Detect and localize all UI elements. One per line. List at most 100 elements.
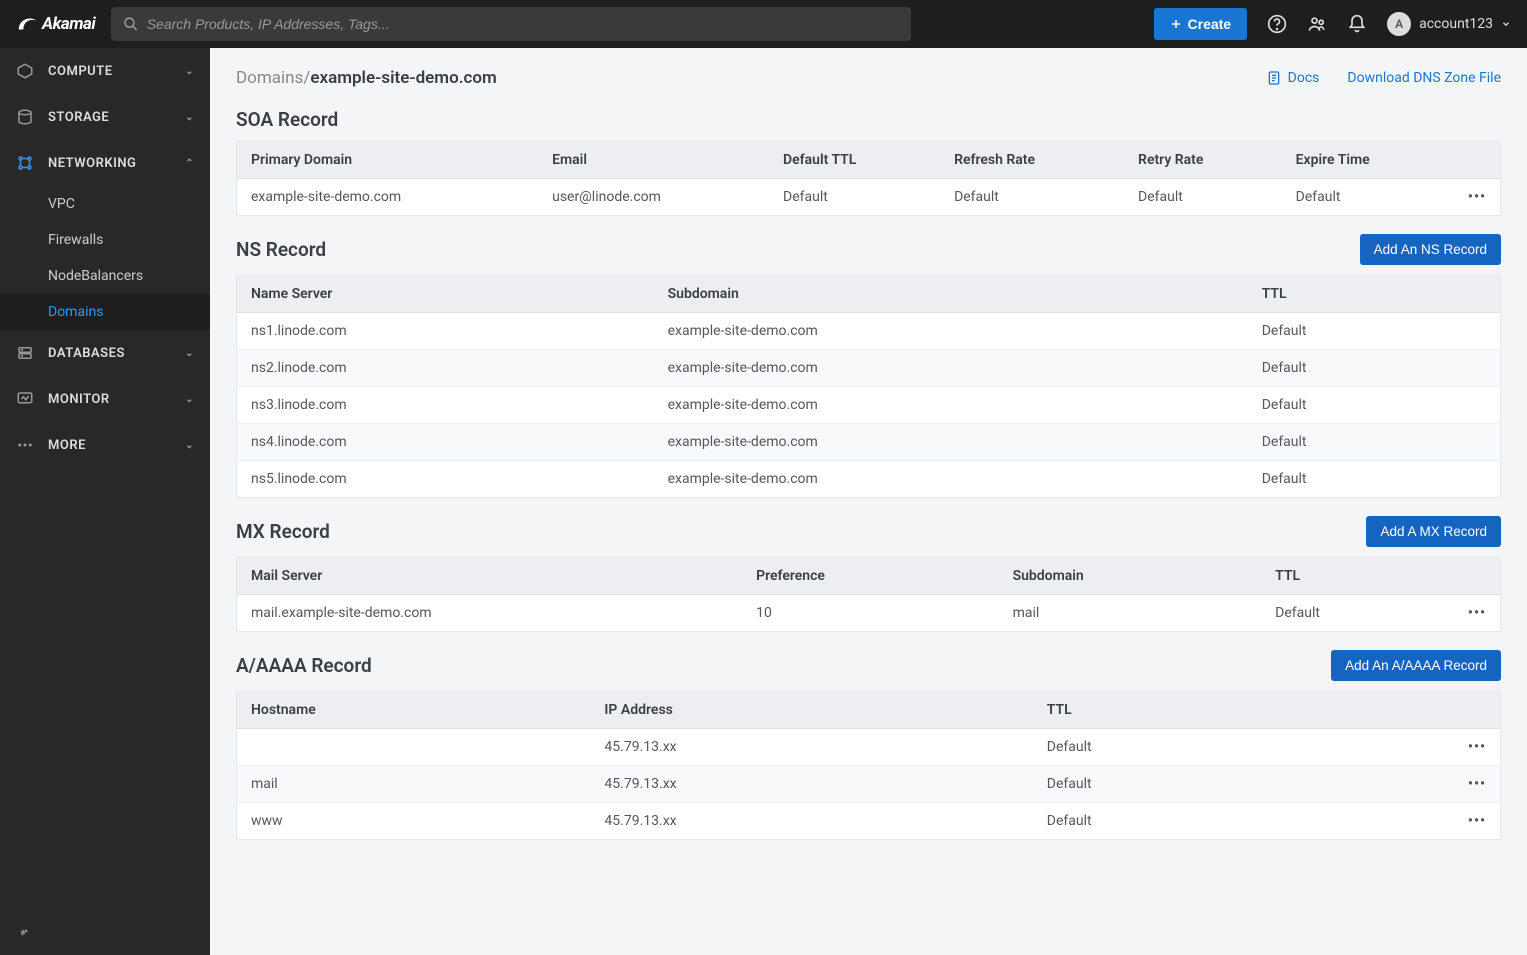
doc-icon: [1266, 70, 1282, 86]
pin-icon: [16, 927, 30, 941]
database-icon: [16, 344, 34, 362]
section-mx: MX Record Add A MX Record Mail Server Pr…: [210, 508, 1527, 642]
table-row: ns2.linode.comexample-site-demo.comDefau…: [237, 350, 1501, 387]
community-icon[interactable]: [1307, 14, 1327, 34]
download-zone-link[interactable]: Download DNS Zone File: [1347, 70, 1501, 86]
table-row: ns1.linode.comexample-site-demo.comDefau…: [237, 313, 1501, 350]
breadcrumb-sep: /: [303, 68, 310, 88]
sidebar-item-domains[interactable]: Domains: [0, 294, 210, 330]
col-header: Subdomain: [999, 558, 1262, 595]
soa-table: Primary Domain Email Default TTL Refresh…: [236, 141, 1501, 216]
logo[interactable]: Akamai: [16, 13, 95, 35]
sidebar-group-storage[interactable]: STORAGE ⌄: [0, 94, 210, 140]
chevron-down-icon: [1501, 19, 1511, 29]
col-header: TTL: [1033, 692, 1454, 729]
sidebar-group-compute[interactable]: COMPUTE ⌄: [0, 48, 210, 94]
table-row: ns4.linode.comexample-site-demo.comDefau…: [237, 424, 1501, 461]
breadcrumb-row: Domains / example-site-demo.com Docs Dow…: [210, 48, 1527, 100]
col-header: Mail Server: [237, 558, 743, 595]
plus-icon: [1170, 18, 1182, 30]
table-row: ns3.linode.comexample-site-demo.comDefau…: [237, 387, 1501, 424]
ns-table: Name Server Subdomain TTL ns1.linode.com…: [236, 275, 1501, 498]
networking-icon: [16, 154, 34, 172]
section-ns: NS Record Add An NS Record Name Server S…: [210, 226, 1527, 508]
avatar: A: [1387, 12, 1411, 36]
main-content: Domains / example-site-demo.com Docs Dow…: [210, 48, 1527, 955]
row-menu[interactable]: •••: [1454, 766, 1501, 803]
logo-text: Akamai: [42, 14, 95, 34]
mx-table: Mail Server Preference Subdomain TTL mai…: [236, 557, 1501, 632]
col-header: IP Address: [590, 692, 1032, 729]
breadcrumb-current: example-site-demo.com: [310, 68, 496, 88]
section-title: NS Record: [236, 238, 326, 261]
col-header: Name Server: [237, 276, 654, 313]
table-row: mail45.79.13.xxDefault•••: [237, 766, 1501, 803]
row-menu[interactable]: •••: [1454, 803, 1501, 840]
sidebar-label: COMPUTE: [48, 64, 113, 79]
col-header: Primary Domain: [237, 142, 539, 179]
more-icon: [16, 436, 34, 454]
swoosh-icon: [16, 13, 38, 35]
search-input[interactable]: [147, 16, 899, 32]
col-header: Retry Rate: [1124, 142, 1282, 179]
top-right: Create A account123: [1154, 8, 1511, 40]
chevron-down-icon: ⌄: [185, 66, 194, 77]
col-header: TTL: [1248, 276, 1501, 313]
bell-icon[interactable]: [1347, 14, 1367, 34]
search-icon: [123, 16, 139, 32]
col-header: Expire Time: [1282, 142, 1454, 179]
row-menu[interactable]: •••: [1454, 729, 1501, 766]
chevron-up-icon: ⌃: [185, 158, 194, 169]
sidebar-label: STORAGE: [48, 110, 109, 125]
page-links: Docs Download DNS Zone File: [1266, 70, 1501, 86]
top-bar: Akamai Create A account123: [0, 0, 1527, 48]
section-soa: SOA Record Primary Domain Email Default …: [210, 100, 1527, 226]
row-menu[interactable]: •••: [1454, 179, 1501, 216]
table-row: ns5.linode.comexample-site-demo.comDefau…: [237, 461, 1501, 498]
col-header: Hostname: [237, 692, 591, 729]
account-name: account123: [1419, 16, 1493, 32]
sidebar-item-nodebalancers[interactable]: NodeBalancers: [0, 258, 210, 294]
sidebar-label: NETWORKING: [48, 156, 136, 171]
section-title: A/AAAA Record: [236, 654, 372, 677]
help-icon[interactable]: [1267, 14, 1287, 34]
add-ns-button[interactable]: Add An NS Record: [1360, 234, 1501, 265]
a-table: Hostname IP Address TTL 45.79.13.xxDefau…: [236, 691, 1501, 840]
sidebar-group-databases[interactable]: DATABASES ⌄: [0, 330, 210, 376]
sidebar: COMPUTE ⌄ STORAGE ⌄ NETWORKING ⌃ VPC Fir…: [0, 48, 210, 955]
sidebar-group-monitor[interactable]: MONITOR ⌄: [0, 376, 210, 422]
section-title: SOA Record: [236, 108, 338, 131]
docs-link[interactable]: Docs: [1266, 70, 1320, 86]
col-header: Refresh Rate: [940, 142, 1124, 179]
add-mx-button[interactable]: Add A MX Record: [1366, 516, 1501, 547]
sidebar-label: DATABASES: [48, 346, 125, 361]
chevron-down-icon: ⌄: [185, 440, 194, 451]
sidebar-group-networking[interactable]: NETWORKING ⌃: [0, 140, 210, 186]
chevron-down-icon: ⌄: [185, 112, 194, 123]
col-header: Preference: [742, 558, 998, 595]
search-wrap[interactable]: [111, 7, 911, 41]
section-a: A/AAAA Record Add An A/AAAA Record Hostn…: [210, 642, 1527, 850]
chevron-down-icon: ⌄: [185, 348, 194, 359]
col-header: Subdomain: [654, 276, 1248, 313]
sidebar-label: MONITOR: [48, 392, 110, 407]
sidebar-group-more[interactable]: MORE ⌄: [0, 422, 210, 468]
sidebar-item-firewalls[interactable]: Firewalls: [0, 222, 210, 258]
row-menu[interactable]: •••: [1454, 595, 1501, 632]
compute-icon: [16, 62, 34, 80]
breadcrumb-root[interactable]: Domains: [236, 68, 303, 88]
col-header: Email: [538, 142, 769, 179]
create-button[interactable]: Create: [1154, 8, 1248, 40]
sidebar-pin[interactable]: [0, 913, 210, 955]
table-row: example-site-demo.com user@linode.com De…: [237, 179, 1501, 216]
create-label: Create: [1188, 16, 1232, 32]
table-row: 45.79.13.xxDefault•••: [237, 729, 1501, 766]
add-a-button[interactable]: Add An A/AAAA Record: [1331, 650, 1501, 681]
account-menu[interactable]: A account123: [1387, 12, 1511, 36]
sidebar-label: MORE: [48, 438, 86, 453]
section-title: MX Record: [236, 520, 330, 543]
sidebar-item-vpc[interactable]: VPC: [0, 186, 210, 222]
chevron-down-icon: ⌄: [185, 394, 194, 405]
col-header: Default TTL: [769, 142, 940, 179]
table-row: www45.79.13.xxDefault•••: [237, 803, 1501, 840]
